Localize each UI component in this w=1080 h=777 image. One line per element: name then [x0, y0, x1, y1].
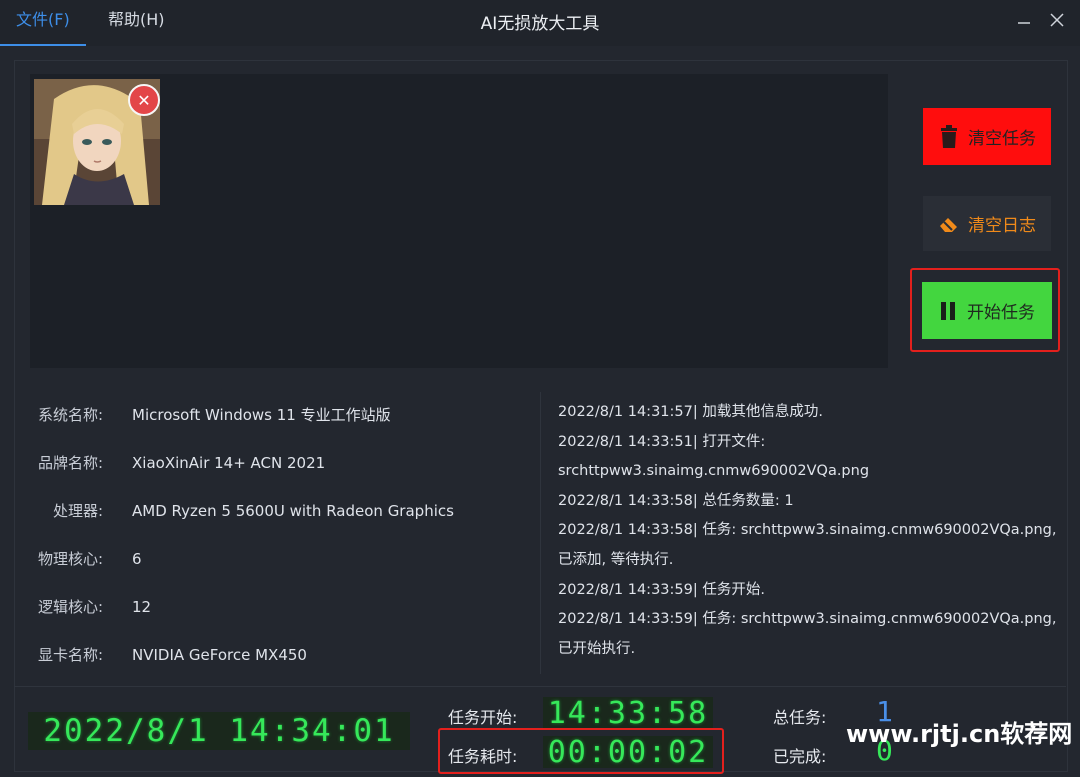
status-divider [14, 686, 1066, 687]
sysinfo-value: Microsoft Windows 11 专业工作站版 [132, 406, 391, 424]
log-line: 2022/8/1 14:33:51| 打开文件: [558, 433, 766, 450]
log-line: 2022/8/1 14:33:58| 任务: srchttpww3.sinaim… [558, 522, 1057, 539]
sysinfo-label: 处理器: [52, 502, 103, 520]
current-clock: 2022/8/1 14:34:01 [28, 712, 410, 750]
log-line: 2022/8/1 14:33:59| 任务: srchttpww3.sinaim… [558, 611, 1057, 628]
title-bar: 文件(F) 帮助(H) AI无损放大工具 [0, 0, 1080, 46]
log-line: 已添加, 等待执行. [558, 551, 674, 568]
total-tasks-label: 总任务: [773, 708, 827, 727]
sysinfo-value: 6 [132, 550, 142, 568]
clear-log-button[interactable]: 清空日志 [923, 196, 1051, 251]
log-line: 2022/8/1 14:31:57| 加载其他信息成功. [558, 404, 823, 420]
task-start-time: 14:33:58 [543, 696, 713, 731]
minimize-icon[interactable] [1014, 10, 1034, 30]
task-start-label: 任务开始: [448, 708, 518, 727]
sysinfo-label: 品牌名称: [37, 454, 103, 472]
sysinfo-value: AMD Ryzen 5 5600U with Radeon Graphics [132, 502, 454, 520]
clear-tasks-label: 清空任务 [968, 129, 1036, 149]
eraser-icon [940, 217, 957, 232]
sysinfo-label: 逻辑核心: [37, 598, 103, 616]
remove-image-icon[interactable]: ✕ [128, 84, 160, 116]
highlight-start-button [910, 268, 1060, 352]
log-line: 2022/8/1 14:33:58| 总任务数量: 1 [558, 492, 794, 509]
sysinfo-label: 显卡名称: [37, 646, 103, 664]
sysinfo-label: 系统名称: [37, 406, 103, 424]
log-line: 2022/8/1 14:33:59| 任务开始. [558, 581, 765, 598]
log-panel[interactable]: 2022/8/1 14:31:57| 加载其他信息成功. 2022/8/1 14… [558, 400, 1070, 666]
completed-label: 已完成: [773, 747, 827, 766]
panel-divider [540, 392, 541, 674]
clear-tasks-button[interactable]: 清空任务 [923, 108, 1051, 165]
sysinfo-value: 12 [132, 598, 152, 616]
highlight-elapsed [438, 728, 724, 774]
close-icon[interactable] [1047, 10, 1067, 30]
trash-icon [941, 124, 957, 148]
log-line: srchttpww3.sinaimg.cnmw690002VQa.png [558, 463, 870, 480]
sysinfo-value: NVIDIA GeForce MX450 [132, 646, 307, 664]
clear-log-label: 清空日志 [968, 216, 1036, 236]
sysinfo-label: 物理核心: [37, 550, 103, 568]
sysinfo-value: XiaoXinAir 14+ ACN 2021 [132, 454, 326, 472]
log-line: 已开始执行. [558, 640, 636, 657]
window-title: AI无损放大工具 [480, 14, 600, 34]
watermark-text: www.rjtj.cn软荐网 [846, 720, 1073, 748]
